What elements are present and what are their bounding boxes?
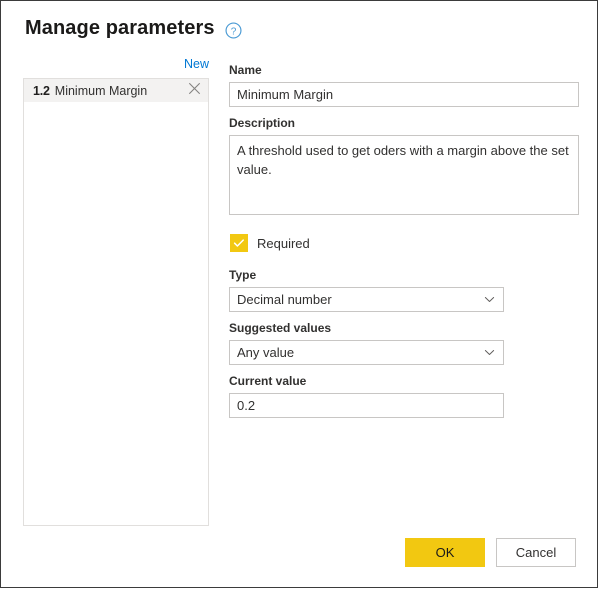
dialog-header: Manage parameters ? [25, 17, 242, 40]
suggested-values-label: Suggested values [229, 321, 332, 335]
suggested-values-selected-value: Any value [237, 345, 295, 360]
description-label: Description [229, 116, 296, 130]
type-field-block: Type Decimal number [229, 268, 581, 312]
current-value-input[interactable] [229, 393, 504, 418]
type-selected-value: Decimal number [237, 292, 332, 307]
required-label: Required [257, 235, 310, 251]
suggested-values-dropdown[interactable]: Any value [229, 340, 504, 365]
list-item[interactable]: 1.2 Minimum Margin [24, 79, 208, 102]
type-label: Type [229, 268, 257, 282]
close-icon[interactable] [188, 82, 201, 100]
page-title: Manage parameters [25, 17, 215, 39]
chevron-down-icon [484, 297, 495, 302]
type-dropdown[interactable]: Decimal number [229, 287, 504, 312]
chevron-down-icon [484, 350, 495, 355]
cancel-button[interactable]: Cancel [496, 538, 576, 567]
suggested-values-field-block: Suggested values Any value [229, 321, 581, 365]
description-textarea[interactable]: A threshold used to get oders with a mar… [229, 135, 579, 215]
required-checkbox[interactable] [230, 234, 248, 252]
parameters-list: 1.2 Minimum Margin [23, 78, 209, 526]
description-field-block: Description A threshold used to get oder… [229, 116, 581, 220]
new-parameter-link[interactable]: New [184, 57, 209, 71]
parameter-type-badge: 1.2 [33, 83, 50, 98]
current-value-label: Current value [229, 374, 307, 388]
svg-text:?: ? [230, 26, 236, 37]
check-icon [233, 239, 244, 247]
parameters-list-section: New 1.2 Minimum Margin [23, 57, 209, 526]
dialog-footer: OK Cancel [405, 538, 576, 567]
name-label: Name [229, 63, 262, 77]
name-field-block: Name [229, 63, 581, 107]
manage-parameters-dialog: Manage parameters ? New 1.2 Minimum Marg… [0, 0, 598, 588]
name-input[interactable] [229, 82, 579, 107]
parameter-form: Name Description A threshold used to get… [229, 63, 581, 427]
parameter-name-label: Minimum Margin [54, 83, 148, 98]
help-circle-icon[interactable]: ? [225, 19, 242, 39]
current-value-field-block: Current value [229, 374, 581, 418]
required-checkbox-row[interactable]: Required [230, 234, 310, 252]
ok-button[interactable]: OK [405, 538, 485, 567]
